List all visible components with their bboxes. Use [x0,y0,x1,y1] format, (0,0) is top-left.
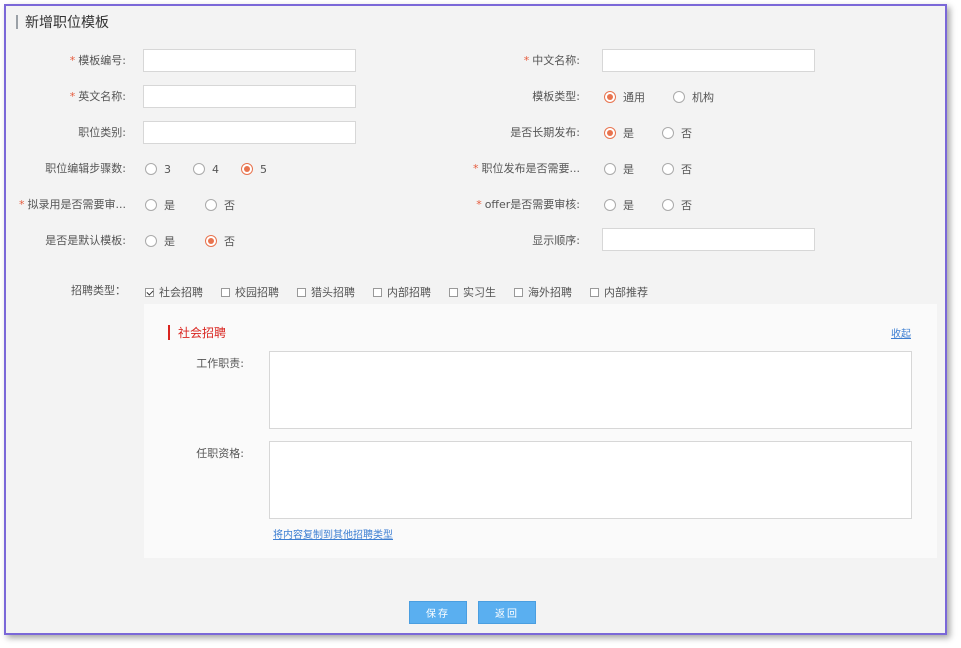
template-no-input[interactable] [143,49,356,72]
recruit-type-internal-option[interactable]: 内部招聘 [373,284,431,300]
recruit-type-campus-option[interactable]: 校园招聘 [221,284,279,300]
checkbox[interactable] [221,287,230,297]
template-type-radio-group: 通用 机构 [604,86,734,108]
radio-button[interactable] [604,199,616,211]
offer-approval-yes-option[interactable]: 是 [604,197,634,213]
radio-button[interactable] [604,127,616,139]
edit-steps-label: 职位编辑步骤数: [45,162,126,175]
publish-approval-yes-option[interactable]: 是 [604,161,634,177]
duties-textarea[interactable] [269,351,912,429]
long-term-no-option[interactable]: 否 [662,125,692,141]
radio-button[interactable] [662,127,674,139]
panel-title: 社会招聘 [178,326,227,340]
recruit-types-checkbox-group: 社会招聘 校园招聘 猎头招聘 内部招聘 实习生 海外招聘 内部推荐 [145,282,666,302]
save-button[interactable]: 保存 [409,601,467,624]
panel-header: 社会招聘 [168,324,226,341]
edit-steps-4-option[interactable]: 4 [193,163,219,176]
publish-approval-label: * 职位发布是否需要... [473,162,580,175]
en-name-label: * 英文名称: [69,90,126,103]
radio-button[interactable] [662,199,674,211]
edit-steps-radio-group: 3 4 5 [145,158,287,180]
radio-button[interactable] [662,163,674,175]
long-term-yes-option[interactable]: 是 [604,125,634,141]
checkbox[interactable] [373,287,382,297]
display-order-label: 显示顺序: [532,234,580,247]
radio-button[interactable] [205,199,217,211]
checkbox[interactable] [145,287,154,297]
recruit-type-overseas-option[interactable]: 海外招聘 [514,284,572,300]
radio-button[interactable] [145,199,157,211]
checkbox[interactable] [297,287,306,297]
recruit-type-social-option[interactable]: 社会招聘 [145,284,203,300]
offer-approval-radio-group: 是 否 [604,194,712,216]
offer-approval-no-option[interactable]: 否 [662,197,692,213]
qualifications-textarea[interactable] [269,441,912,519]
radio-button[interactable] [145,235,157,247]
cn-name-input[interactable] [602,49,815,72]
page-header: 新增职位模板 [16,12,109,32]
default-template-label: 是否是默认模板: [45,234,126,247]
job-category-label: 职位类别: [78,126,126,139]
publish-approval-radio-group: 是 否 [604,158,712,180]
recruit-type-headhunter-option[interactable]: 猎头招聘 [297,284,355,300]
default-template-radio-group: 是 否 [145,230,255,252]
display-order-input[interactable] [602,228,815,251]
template-type-label: 模板类型: [532,90,580,103]
template-form-window: 新增职位模板 * 模板编号: * 中文名称: * 英文名称: 模板类型: 通用 机构 … [4,4,947,635]
recruit-type-referral-option[interactable]: 内部推荐 [590,284,648,300]
job-category-input[interactable] [143,121,356,144]
template-type-general-option[interactable]: 通用 [604,89,645,105]
en-name-input[interactable] [143,85,356,108]
checkbox[interactable] [590,287,599,297]
radio-button[interactable] [604,91,616,103]
collapse-link[interactable]: 收起 [891,325,911,340]
radio-button[interactable] [145,163,157,175]
template-no-label: * 模板编号: [69,54,126,67]
recruit-type-intern-option[interactable]: 实习生 [449,284,496,300]
hire-approval-radio-group: 是 否 [145,194,255,216]
edit-steps-3-option[interactable]: 3 [145,163,171,176]
qualifications-label: 任职资格: [196,447,244,460]
panel-accent-bar [168,325,170,340]
radio-button[interactable] [193,163,205,175]
page-title: 新增职位模板 [25,15,109,31]
default-template-no-option[interactable]: 否 [205,233,235,249]
long-term-label: 是否长期发布: [510,126,580,139]
radio-button[interactable] [241,163,253,175]
duties-label: 工作职责: [196,357,244,370]
copy-to-other-types-link[interactable]: 将内容复制到其他招聘类型 [273,526,393,541]
radio-button[interactable] [673,91,685,103]
hire-approval-label: * 拟录用是否需要审... [19,198,126,211]
offer-approval-label: * offer是否需要审核: [476,198,580,211]
long-term-radio-group: 是 否 [604,122,712,144]
radio-button[interactable] [604,163,616,175]
back-button[interactable]: 返回 [478,601,536,624]
edit-steps-5-option[interactable]: 5 [241,163,267,176]
publish-approval-no-option[interactable]: 否 [662,161,692,177]
checkbox[interactable] [449,287,458,297]
social-recruit-panel: 社会招聘 收起 工作职责: 任职资格: 将内容复制到其他招聘类型 [144,304,937,558]
cn-name-label: * 中文名称: [523,54,580,67]
title-accent-bar [16,15,18,29]
default-template-yes-option[interactable]: 是 [145,233,175,249]
hire-approval-no-option[interactable]: 否 [205,197,235,213]
checkbox[interactable] [514,287,523,297]
recruit-types-label: 招聘类型： [71,284,126,297]
hire-approval-yes-option[interactable]: 是 [145,197,175,213]
template-type-org-option[interactable]: 机构 [673,89,714,105]
radio-button[interactable] [205,235,217,247]
